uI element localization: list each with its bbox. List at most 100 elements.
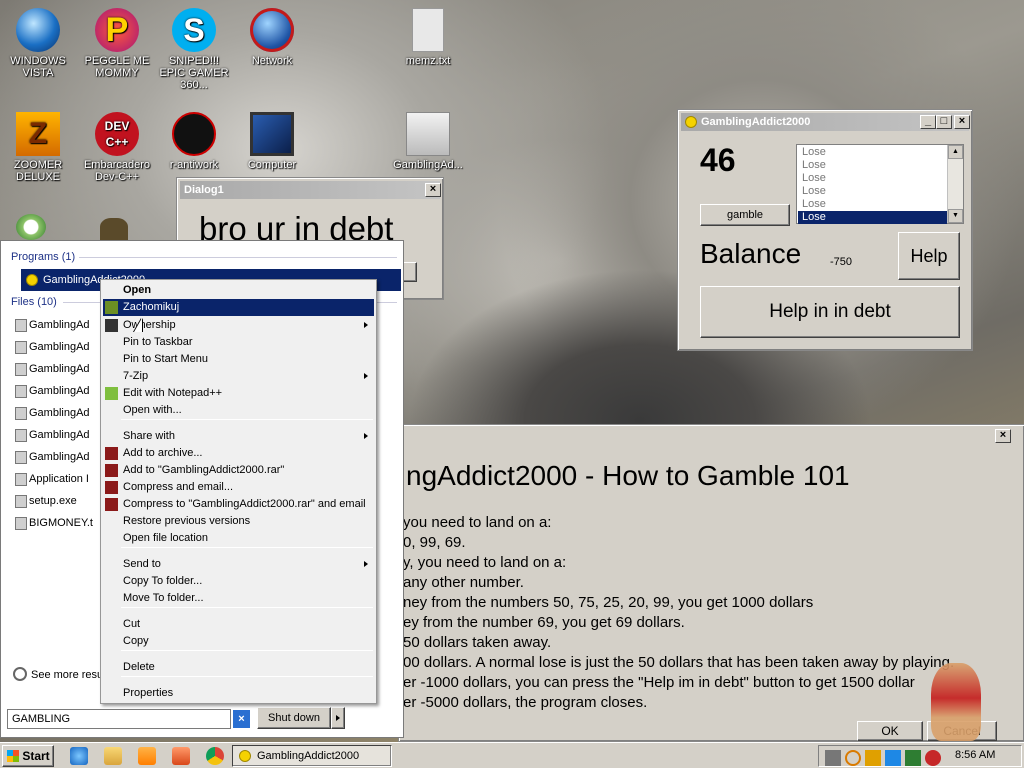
file-icon: [15, 385, 27, 398]
network-tray-icon[interactable]: [885, 750, 901, 766]
file-item[interactable]: GamblingAd: [15, 403, 90, 423]
balance-value: -750: [830, 256, 853, 268]
menu-item-copy-to-folder[interactable]: Copy To folder...: [103, 573, 374, 590]
desktop-icon-network[interactable]: Network: [236, 8, 308, 67]
menu-separator: [121, 650, 373, 651]
close-button[interactable]: ×: [995, 429, 1011, 443]
menu-item-open-with[interactable]: Open with...: [103, 402, 374, 419]
dialog1-titlebar[interactable]: Dialog1: [180, 181, 440, 199]
menu-item-properties[interactable]: Properties: [103, 685, 374, 702]
close-button[interactable]: ×: [425, 183, 441, 197]
result-item[interactable]: Lose: [798, 198, 947, 211]
menu-item-open[interactable]: Open: [103, 282, 374, 299]
menu-item-compress-to-gamblingaddict2000-rar-and-email[interactable]: Compress to "GamblingAddict2000.rar" and…: [103, 496, 374, 513]
menu-item-label: Copy: [123, 635, 149, 647]
volume-tray-icon[interactable]: [905, 750, 921, 766]
menu-item-compress-and-email[interactable]: Compress and email...: [103, 479, 374, 496]
desktop-icon-memz-txt[interactable]: memz.txt: [392, 8, 464, 67]
result-item[interactable]: Lose: [798, 211, 947, 224]
file-item[interactable]: BIGMONEY.t: [15, 513, 93, 533]
shutdown-options-button[interactable]: [331, 707, 345, 729]
desktop-icon-r-antiwork[interactable]: r-antiwork: [158, 112, 230, 171]
help-line: any other number.: [403, 574, 524, 591]
menu-item-7-zip[interactable]: 7-Zip: [103, 368, 374, 385]
desktop-icon-windows-vista[interactable]: WINDOWS VISTA: [2, 8, 74, 79]
file-item[interactable]: setup.exe: [15, 491, 77, 511]
menu-item-send-to[interactable]: Send to: [103, 556, 374, 573]
tray-red-icon[interactable]: [925, 750, 941, 766]
menu-item-delete[interactable]: Delete: [103, 659, 374, 676]
help-button[interactable]: Help: [898, 232, 960, 280]
start-button[interactable]: Start: [2, 745, 54, 767]
zoomer-icon: Z: [16, 112, 60, 156]
results-scrollbar[interactable]: ▲ ▼: [947, 145, 963, 223]
file-item[interactable]: GamblingAd: [15, 381, 90, 401]
shutdown-button[interactable]: Shut down: [257, 707, 331, 729]
menu-item-cut[interactable]: Cut: [103, 616, 374, 633]
file-item[interactable]: GamblingAd: [15, 447, 90, 467]
maximize-button[interactable]: □: [936, 115, 952, 129]
chrome-icon[interactable]: [206, 747, 224, 765]
internet-explorer-icon[interactable]: [70, 747, 88, 765]
result-item[interactable]: Lose: [798, 172, 947, 185]
desktop-icon-skype[interactable]: S SNIPED!!! EPIC GAMER 360...: [158, 8, 230, 91]
result-item[interactable]: Lose: [798, 185, 947, 198]
file-icon: [15, 451, 27, 464]
file-item-label: BIGMONEY.t: [29, 517, 93, 529]
menu-separator: [121, 419, 373, 420]
result-item[interactable]: Lose: [798, 159, 947, 172]
menu-item-edit-with-notepad[interactable]: Edit with Notepad++: [103, 385, 374, 402]
help-heading: ngAddict2000 - How to Gamble 101: [406, 460, 850, 491]
file-item[interactable]: Application I: [15, 469, 89, 489]
desktop-icon-partial[interactable]: [100, 218, 128, 240]
menu-item-zachomikuj[interactable]: Zachomikuj: [103, 299, 374, 316]
menu-item-add-to-archive[interactable]: Add to archive...: [103, 445, 374, 462]
scroll-up-arrow-icon[interactable]: ▲: [948, 145, 963, 159]
clear-search-icon[interactable]: ×: [233, 710, 250, 728]
menu-item-label: Zachomikuj: [123, 301, 180, 313]
minimize-button[interactable]: _: [920, 115, 936, 129]
desktop-icon-gamblingaddict-folder[interactable]: GamblingAd...: [392, 112, 464, 171]
file-item[interactable]: GamblingAd: [15, 425, 90, 445]
menu-item-pin-to-taskbar[interactable]: Pin to Taskbar: [103, 334, 374, 351]
menu-item-add-to-gamblingaddict2000-rar[interactable]: Add to "GamblingAddict2000.rar": [103, 462, 374, 479]
clock[interactable]: 8:56 AM: [955, 749, 995, 761]
winrar-icon: [105, 481, 118, 494]
help-line: you need to land on a:: [403, 514, 552, 531]
tray-app-icon[interactable]: [825, 750, 841, 766]
desktop-icon-zoomer-deluxe[interactable]: Z ZOOMER DELUXE: [2, 112, 74, 183]
flower-icon[interactable]: [16, 214, 46, 240]
see-more-results-link[interactable]: See more resu: [31, 669, 103, 681]
menu-item-copy[interactable]: Copy: [103, 633, 374, 650]
desktop-icon-peggle[interactable]: P PEGGLE ME MOMMY: [81, 8, 153, 79]
file-item[interactable]: GamblingAd: [15, 315, 90, 335]
scroll-down-arrow-icon[interactable]: ▼: [948, 209, 963, 223]
media-player-icon[interactable]: [138, 747, 156, 765]
file-explorer-icon[interactable]: [104, 747, 122, 765]
ok-button[interactable]: OK: [857, 721, 923, 741]
taskbar-item-gamblingaddict2000[interactable]: GamblingAddict2000: [232, 745, 392, 767]
desktop-mascot-figure[interactable]: [931, 663, 981, 741]
result-item[interactable]: Lose: [798, 146, 947, 159]
cmd-icon: [105, 319, 118, 332]
file-item[interactable]: GamblingAd: [15, 337, 90, 357]
close-button[interactable]: ×: [954, 115, 970, 129]
gamble-button[interactable]: gamble: [700, 204, 790, 226]
menu-item-move-to-folder[interactable]: Move To folder...: [103, 590, 374, 607]
menu-item-share-with[interactable]: Share with: [103, 428, 374, 445]
menu-item-label: Add to "GamblingAddict2000.rar": [123, 464, 285, 476]
menu-item-open-file-location[interactable]: Open file location: [103, 530, 374, 547]
help-in-debt-button[interactable]: Help in in debt: [700, 286, 960, 338]
app-icon[interactable]: [172, 747, 190, 765]
search-tray-icon[interactable]: [845, 750, 861, 766]
file-item[interactable]: GamblingAd: [15, 359, 90, 379]
menu-item-restore-previous-versions[interactable]: Restore previous versions: [103, 513, 374, 530]
results-listbox[interactable]: Lose Lose Lose Lose Lose Lose ▲ ▼: [796, 144, 964, 224]
menu-item-label: Ownership: [123, 319, 176, 331]
menu-item-pin-to-start-menu[interactable]: Pin to Start Menu: [103, 351, 374, 368]
search-input[interactable]: GAMBLING: [7, 709, 231, 729]
tray-shield-icon[interactable]: [865, 750, 881, 766]
desktop-icon-computer[interactable]: Computer: [236, 112, 308, 171]
menu-item-ownership[interactable]: Ownership: [103, 317, 374, 334]
desktop-icon-dev-cpp[interactable]: DEV C++ Embarcadero Dev-C++: [81, 112, 153, 183]
